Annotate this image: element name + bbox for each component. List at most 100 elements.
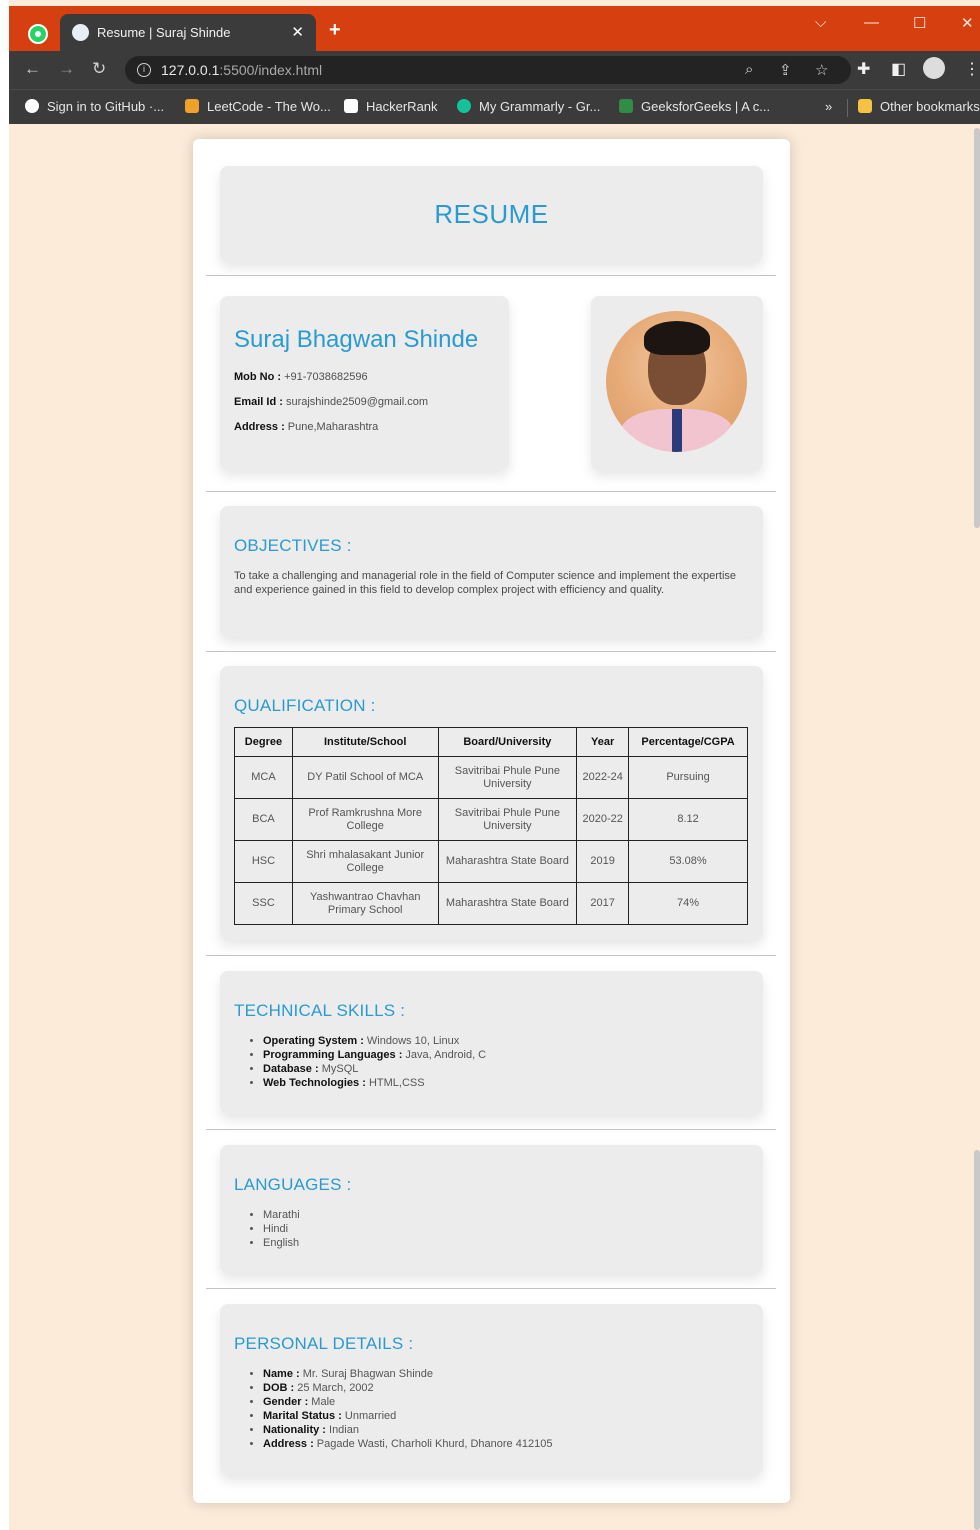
profile-photo	[606, 311, 747, 452]
languages-list: Marathi Hindi English	[263, 1208, 300, 1250]
mobile-number: Mob No : +91-7038682596	[234, 371, 368, 383]
qualification-table: Degree Institute/School Board/University…	[234, 727, 748, 925]
list-item: Hindi	[263, 1222, 300, 1236]
close-tab-icon[interactable]: ✕	[291, 23, 304, 41]
table-cell: BCA	[234, 798, 293, 841]
table-cell: SSC	[234, 882, 293, 925]
table-cell: Pursuing	[628, 756, 748, 799]
list-item: Marathi	[263, 1208, 300, 1222]
zoom-icon[interactable]: ⌕	[745, 61, 753, 78]
table-cell: Savitribai Phule Pune University	[437, 798, 578, 841]
maximize-icon[interactable]: ☐	[913, 14, 926, 32]
bookmark-star-icon[interactable]: ☆	[815, 61, 828, 79]
folder-icon	[858, 99, 872, 113]
list-item: Nationality : Indian	[263, 1423, 552, 1437]
languages-title: LANGUAGES :	[234, 1175, 352, 1194]
table-cell: Shri mhalasakant Junior College	[291, 840, 439, 883]
tab-resume[interactable]: Resume | Suraj Shinde ✕	[60, 14, 316, 51]
skills-title: TECHNICAL SKILLS :	[234, 1001, 406, 1020]
back-icon[interactable]: ←	[24, 59, 41, 79]
hackerrank-icon	[344, 99, 358, 113]
list-item: DOB : 25 March, 2002	[263, 1381, 552, 1395]
table-cell: 2022-24	[576, 756, 630, 799]
skills-list: Operating System : Windows 10, Linux Pro…	[263, 1034, 486, 1090]
column-header: Percentage/CGPA	[628, 727, 748, 757]
list-item: Gender : Male	[263, 1395, 552, 1409]
table-header-row: Degree Institute/School Board/University…	[234, 727, 748, 757]
resume-page: RESUME Suraj Bhagwan Shinde Mob No : +91…	[193, 139, 790, 1503]
table-cell: Maharashtra State Board	[437, 882, 578, 925]
resume-title: RESUME	[434, 199, 549, 229]
column-header: Institute/School	[291, 727, 439, 757]
table-cell: HSC	[234, 840, 293, 883]
toolbar: ← → ↻ i 127.0.0.1:5500/index.html ⌕ ⇪ ☆ …	[9, 51, 980, 89]
address-bar[interactable]: i 127.0.0.1:5500/index.html ⌕ ⇪ ☆	[125, 56, 851, 84]
divider	[206, 651, 776, 652]
table-cell: 53.08%	[628, 840, 748, 883]
personal-details-card: PERSONAL DETAILS : Name : Mr. Suraj Bhag…	[220, 1304, 763, 1475]
photo-card	[591, 296, 763, 470]
column-header: Board/University	[437, 727, 578, 757]
table-row: HSC Shri mhalasakant Junior College Maha…	[234, 840, 748, 883]
bookmarks-overflow[interactable]: »	[825, 99, 832, 114]
minimize-icon[interactable]: —	[864, 14, 879, 31]
personal-details-list: Name : Mr. Suraj Bhagwan Shinde DOB : 25…	[263, 1367, 552, 1451]
objectives-card: OBJECTIVES : To take a challenging and m…	[220, 506, 763, 637]
leetcode-icon	[185, 99, 199, 113]
table-cell: Maharashtra State Board	[437, 840, 578, 883]
resume-header-card: RESUME	[220, 166, 763, 262]
table-cell: Savitribai Phule Pune University	[437, 756, 578, 799]
close-window-icon[interactable]: ✕	[961, 14, 974, 32]
person-name: Suraj Bhagwan Shinde	[234, 326, 479, 353]
bookmark-github[interactable]: Sign in to GitHub ·...	[25, 99, 164, 114]
divider	[206, 1288, 776, 1289]
extensions-icon[interactable]: ✚	[857, 59, 870, 79]
table-row: BCA Prof Ramkrushna More College Savitri…	[234, 798, 748, 841]
window-frame	[0, 0, 9, 1530]
bookmark-other[interactable]: Other bookmarks	[858, 99, 980, 114]
side-panel-icon[interactable]: ◧	[891, 59, 906, 79]
info-icon[interactable]: i	[137, 63, 151, 77]
divider	[206, 491, 776, 492]
tab-search-icon[interactable]: ⌵	[815, 14, 826, 31]
divider	[206, 1129, 776, 1130]
bookmark-grammarly[interactable]: My Grammarly - Gr...	[457, 99, 600, 114]
menu-icon[interactable]: ⋮	[964, 59, 980, 79]
new-tab-icon[interactable]: +	[329, 19, 341, 42]
skills-card: TECHNICAL SKILLS : Operating System : Wi…	[220, 971, 763, 1114]
table-cell: 2017	[576, 882, 630, 925]
list-item: Address : Pagade Wasti, Charholi Khurd, …	[263, 1437, 552, 1451]
table-row: MCA DY Patil School of MCA Savitribai Ph…	[234, 756, 748, 799]
site-favicon-icon	[72, 24, 89, 41]
geeksforgeeks-icon	[619, 99, 633, 113]
list-item: Operating System : Windows 10, Linux	[263, 1034, 486, 1048]
share-icon[interactable]: ⇪	[779, 61, 792, 79]
table-cell: 8.12	[628, 798, 748, 841]
objectives-title: OBJECTIVES :	[234, 536, 352, 555]
bookmark-leetcode[interactable]: LeetCode - The Wo...	[185, 99, 331, 114]
list-item: Web Technologies : HTML,CSS	[263, 1076, 486, 1090]
list-item: Programming Languages : Java, Android, C	[263, 1048, 486, 1062]
list-item: Database : MySQL	[263, 1062, 486, 1076]
bookmark-hackerrank[interactable]: HackerRank	[344, 99, 438, 114]
languages-card: LANGUAGES : Marathi Hindi English	[220, 1145, 763, 1273]
bookmark-geeksforgeeks[interactable]: GeeksforGeeks | A c...	[619, 99, 770, 114]
reload-icon[interactable]: ↻	[92, 59, 106, 79]
tab-bar: Resume | Suraj Shinde ✕ + ⌵ — ☐ ✕	[9, 6, 980, 51]
grammarly-icon	[457, 99, 471, 113]
table-row: SSC Yashwantrao Chavhan Primary School M…	[234, 882, 748, 925]
scrollbar-thumb[interactable]	[974, 128, 980, 528]
url-text: 127.0.0.1:5500/index.html	[161, 62, 323, 78]
table-cell: DY Patil School of MCA	[291, 756, 439, 799]
forward-icon[interactable]: →	[58, 59, 75, 79]
list-item: English	[263, 1236, 300, 1250]
tab-title: Resume | Suraj Shinde	[97, 25, 231, 40]
email: Email Id : surajshinde2509@gmail.com	[234, 396, 428, 408]
table-cell: MCA	[234, 756, 293, 799]
objectives-text: To take a challenging and managerial rol…	[234, 570, 737, 596]
list-item: Marital Status : Unmarried	[263, 1409, 552, 1423]
column-header: Year	[576, 727, 630, 757]
whatsapp-icon[interactable]	[28, 24, 48, 44]
scrollbar-track[interactable]	[974, 1150, 980, 1530]
profile-avatar-icon[interactable]	[923, 57, 945, 79]
